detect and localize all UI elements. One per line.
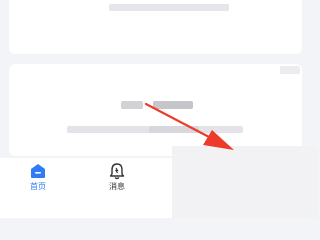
annotation-arrow	[144, 102, 234, 150]
